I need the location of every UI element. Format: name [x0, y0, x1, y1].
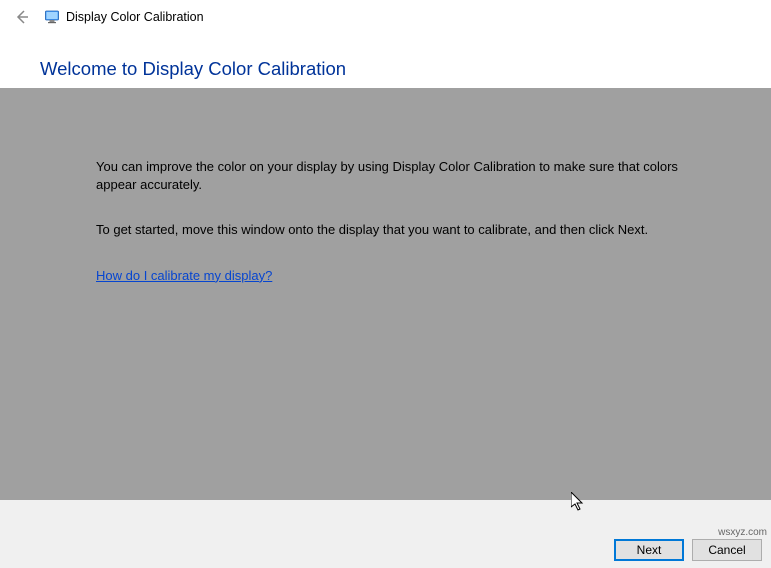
- window-title: Display Color Calibration: [66, 10, 204, 24]
- watermark: wsxyz.com: [718, 527, 767, 538]
- instruction-text: To get started, move this window onto th…: [96, 221, 683, 239]
- window-header: Display Color Calibration: [0, 0, 771, 34]
- footer: Next Cancel: [0, 500, 771, 568]
- intro-text: You can improve the color on your displa…: [96, 158, 683, 193]
- cancel-button[interactable]: Cancel: [692, 539, 762, 561]
- back-icon[interactable]: [10, 5, 34, 29]
- next-button[interactable]: Next: [614, 539, 684, 561]
- heading-area: Welcome to Display Color Calibration: [0, 34, 771, 88]
- monitor-icon: [44, 9, 60, 25]
- content-area: You can improve the color on your displa…: [0, 88, 771, 500]
- page-title: Welcome to Display Color Calibration: [40, 58, 771, 80]
- help-link[interactable]: How do I calibrate my display?: [96, 268, 272, 283]
